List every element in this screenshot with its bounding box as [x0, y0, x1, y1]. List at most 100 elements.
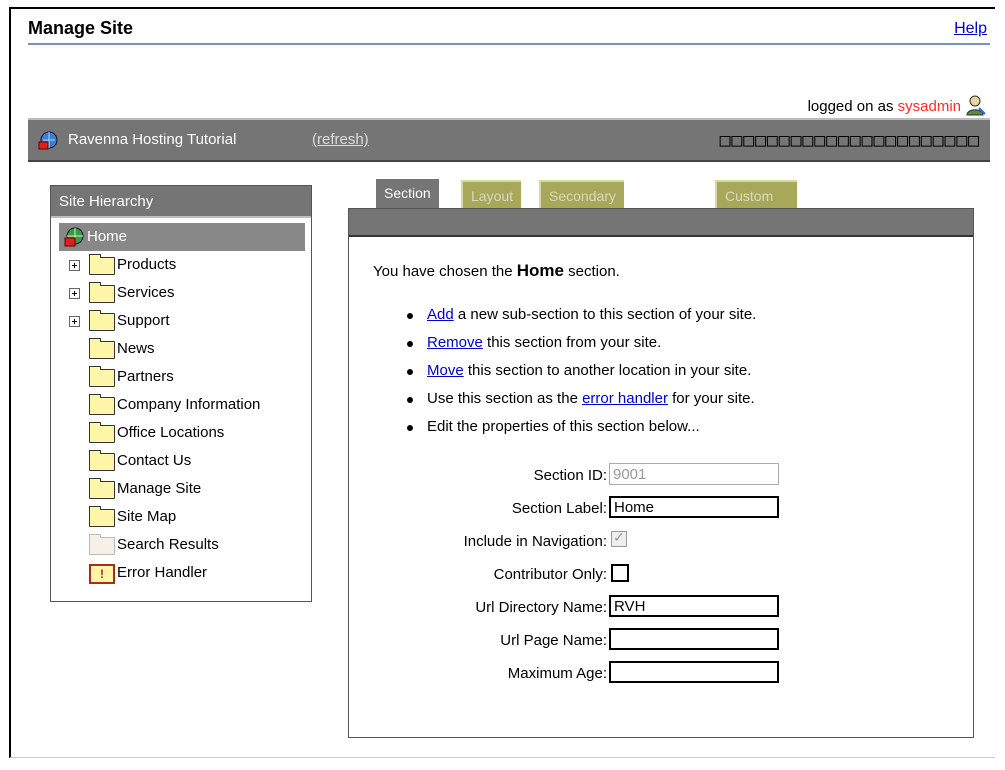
- site-banner: Ravenna Hosting Tutorial (refresh) □□□□□…: [28, 118, 990, 162]
- action-add: Add a new sub-section to this section of…: [403, 301, 756, 329]
- tree-item-label: Products: [117, 256, 177, 273]
- row-include-navigation: Include in Navigation:: [349, 525, 973, 558]
- maximum-age-field[interactable]: [609, 661, 779, 683]
- empty-folder-icon: [89, 534, 115, 555]
- tree-item-label: Office Locations: [117, 424, 225, 441]
- tree-item-services[interactable]: Services: [59, 279, 305, 307]
- row-contributor-only: Contributor Only:: [349, 558, 973, 591]
- action-prefix: Use this section as the: [427, 390, 583, 407]
- tab-custom-properties[interactable]: Custom Properties: [715, 180, 797, 232]
- section-actions: Add a new sub-section to this section of…: [403, 301, 756, 441]
- tree-item-contact-us[interactable]: Contact Us: [59, 447, 305, 475]
- error-handler-icon: !: [89, 564, 115, 584]
- expand-icon[interactable]: [69, 288, 80, 299]
- row-url-directory: Url Directory Name:: [349, 591, 973, 624]
- move-link[interactable]: Move: [427, 362, 464, 379]
- folder-icon: [89, 422, 115, 443]
- status-boxes: □□□□□□□□□□□□□□□□□□□□□□: [719, 130, 980, 151]
- tree-item-label: Site Map: [117, 508, 177, 525]
- tree-item-label: Contact Us: [117, 452, 192, 469]
- folder-icon: [89, 366, 115, 387]
- error-handler-link[interactable]: error handler: [582, 390, 668, 407]
- tree-item-office-locations[interactable]: Office Locations: [59, 419, 305, 447]
- add-link[interactable]: Add: [427, 306, 454, 323]
- tab-layout[interactable]: Layout: [461, 180, 522, 210]
- tree-item-error-handler[interactable]: ! Error Handler: [59, 559, 305, 587]
- folder-icon: [89, 254, 115, 275]
- action-text: a new sub-section to this section of you…: [453, 306, 757, 323]
- url-page-label: Url Page Name:: [500, 632, 607, 649]
- folder-icon: [89, 310, 115, 331]
- action-text: for your site.: [667, 390, 755, 407]
- section-id-field: [609, 463, 779, 485]
- include-navigation-checkbox: [611, 529, 627, 547]
- row-url-page: Url Page Name:: [349, 624, 973, 657]
- tree-item-label: Error Handler: [117, 564, 208, 581]
- url-directory-label: Url Directory Name:: [475, 599, 607, 616]
- tree-item-label: Support: [117, 312, 170, 329]
- action-text: this section to another location in your…: [463, 362, 752, 379]
- section-label-label: Section Label:: [511, 500, 607, 517]
- tree-item-label: Home: [87, 228, 128, 245]
- folder-icon: [89, 478, 115, 499]
- contributor-only-checkbox[interactable]: [611, 564, 629, 582]
- section-label-field[interactable]: [609, 496, 779, 518]
- url-directory-field[interactable]: [609, 595, 779, 617]
- tree-item-label: Manage Site: [117, 480, 202, 497]
- site-globe-icon: [38, 131, 58, 150]
- tree-item-support[interactable]: Support: [59, 307, 305, 335]
- help-link[interactable]: Help: [954, 20, 987, 38]
- tree-item-label: Partners: [117, 368, 174, 385]
- action-edit-properties: Edit the properties of this section belo…: [403, 413, 756, 441]
- title-divider: [28, 43, 990, 45]
- maximum-age-label: Maximum Age:: [507, 665, 607, 682]
- tree-item-news[interactable]: News: [59, 335, 305, 363]
- panel-header-bar: [349, 209, 973, 237]
- tree-item-label: Services: [117, 284, 175, 301]
- action-error-handler: Use this section as the error handler fo…: [403, 385, 756, 413]
- tree-item-label: Company Information: [117, 396, 261, 413]
- login-prefix: logged on as: [807, 98, 898, 115]
- intro-suffix: section.: [563, 263, 620, 280]
- section-properties-form: Section ID: Section Label: Include in Na…: [349, 459, 973, 690]
- expand-icon[interactable]: [69, 316, 80, 327]
- folder-icon: [89, 450, 115, 471]
- tree-item-manage-site[interactable]: Manage Site: [59, 475, 305, 503]
- action-text: Edit the properties of this section belo…: [427, 418, 700, 435]
- row-section-label: Section Label:: [349, 492, 973, 525]
- tree-item-label: News: [117, 340, 155, 357]
- url-page-field[interactable]: [609, 628, 779, 650]
- expand-icon[interactable]: [69, 260, 80, 271]
- site-tree: Home Products Services Support News Part…: [59, 223, 305, 587]
- tree-item-products[interactable]: Products: [59, 251, 305, 279]
- site-hierarchy-title: Site Hierarchy: [51, 186, 311, 218]
- tree-item-home[interactable]: Home: [59, 223, 305, 251]
- row-maximum-age: Maximum Age:: [349, 657, 973, 690]
- refresh-link[interactable]: (refresh): [312, 131, 369, 148]
- action-remove: Remove this section from your site.: [403, 329, 756, 357]
- tree-item-company-information[interactable]: Company Information: [59, 391, 305, 419]
- tab-section[interactable]: Section: [375, 178, 440, 210]
- login-username: sysadmin: [897, 98, 961, 115]
- section-name: Home: [516, 261, 564, 280]
- section-panel: You have chosen the Home section. Add a …: [348, 208, 974, 738]
- section-id-label: Section ID:: [533, 467, 607, 484]
- page-title: Manage Site: [28, 18, 134, 38]
- contributor-only-label: Contributor Only:: [493, 566, 607, 583]
- tab-secondary-layout[interactable]: Secondary Layout: [539, 180, 624, 232]
- tree-item-site-map[interactable]: Site Map: [59, 503, 305, 531]
- folder-icon: [89, 394, 115, 415]
- folder-icon: [89, 338, 115, 359]
- tree-item-search-results[interactable]: Search Results: [59, 531, 305, 559]
- folder-icon: [89, 282, 115, 303]
- include-navigation-label: Include in Navigation:: [463, 533, 607, 550]
- action-move: Move this section to another location in…: [403, 357, 756, 385]
- site-name: Ravenna Hosting Tutorial: [68, 131, 237, 148]
- site-hierarchy-panel: Site Hierarchy Home Products Services Su…: [50, 185, 312, 602]
- tree-item-partners[interactable]: Partners: [59, 363, 305, 391]
- section-intro: You have chosen the Home section.: [373, 261, 620, 281]
- home-globe-icon: [64, 227, 84, 247]
- remove-link[interactable]: Remove: [427, 334, 483, 351]
- tree-item-label: Search Results: [117, 536, 219, 553]
- folder-icon: [89, 506, 115, 527]
